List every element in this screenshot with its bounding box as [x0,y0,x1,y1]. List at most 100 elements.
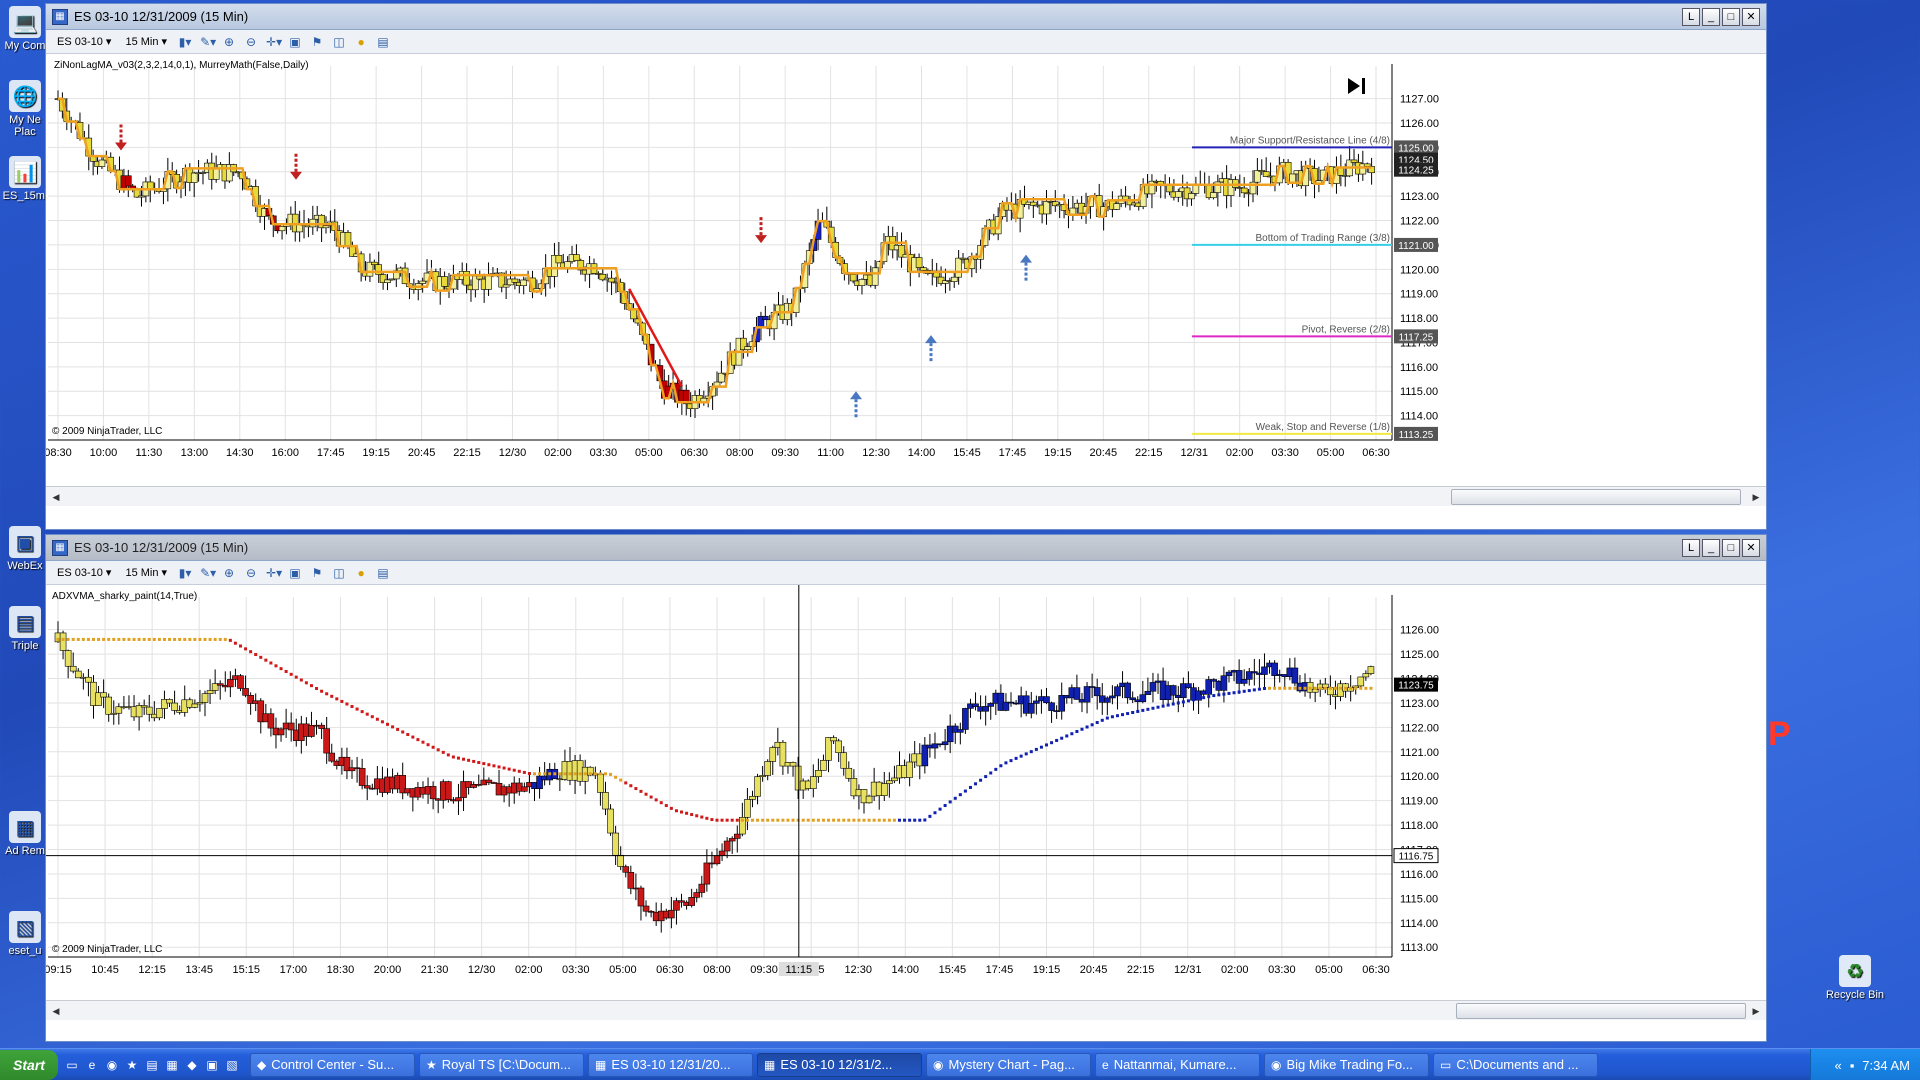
network-icon[interactable]: ▪ [1850,1058,1855,1073]
strategies-icon[interactable]: ◫ [332,35,346,49]
link-button[interactable]: L [1682,7,1700,26]
window-icon: ▭ [1440,1057,1452,1072]
drawing-tools-icon[interactable]: ✎▾ [200,566,216,580]
crosshair-price-tag: 1116.75 [1399,852,1434,863]
candle-body [1210,192,1217,199]
indicators-icon[interactable]: ⚑ [310,566,324,580]
app-icon[interactable]: ▧ [224,1057,240,1073]
desktop-shortcut[interactable]: ▣ WebEx [0,526,50,572]
adxvma-dot [837,818,841,822]
scroll-right-arrow[interactable]: ▶ [1748,1003,1764,1019]
maximize-button[interactable]: □ [1722,7,1740,26]
clock-icon[interactable]: ● [354,566,368,580]
titlebar-bottom[interactable]: ▦ ES 03-10 12/31/2009 (15 Min) L _ □ ✕ [46,535,1766,561]
clock-icon[interactable]: ● [354,35,368,49]
time-axis-label: 12/31 [1180,447,1208,459]
candle-body [1109,695,1116,699]
taskbar-button[interactable]: ▦ ES 03-10 12/31/2... [757,1052,922,1077]
desktop-shortcut[interactable]: 💻 My Com [0,6,50,52]
adxvma-dot [1242,689,1246,693]
candle-body [1043,201,1050,215]
chrome-icon[interactable]: ◉ [104,1057,120,1073]
folder-icon[interactable]: ▤ [144,1057,160,1073]
app-icon[interactable]: ◆ [184,1057,200,1073]
ie-icon[interactable]: e [84,1057,100,1073]
time-axis-label: 08:00 [726,447,754,459]
taskbar-button[interactable]: ▦ ES 03-10 12/31/20... [588,1052,753,1077]
crosshair-icon[interactable]: ✛▾ [266,35,282,49]
time-axis-label: 16:00 [271,447,299,459]
adxvma-dot [897,818,901,822]
close-button[interactable]: ✕ [1742,538,1760,557]
show-desktop-icon[interactable]: ▭ [64,1057,80,1073]
chart-canvas-bottom[interactable]: 09:15 10:45 12:15 13:45 15:15 17:00 18:30 20:00… [46,585,1766,1000]
zoom-in-icon[interactable]: ⊕ [222,566,236,580]
candle-body [972,703,979,707]
crosshair-icon[interactable]: ✛▾ [266,566,282,580]
horizontal-scrollbar-top[interactable]: ◀ ▶ [46,486,1766,506]
price-chart-bottom[interactable]: 09:15 10:45 12:15 13:45 15:15 17:00 18:30 20:00… [46,585,1766,1000]
interval-selector[interactable]: 15 Min ▾ [122,34,170,49]
adxvma-dot [335,697,339,701]
desktop-shortcut[interactable]: 🌐 My Ne Plac [0,80,50,138]
data-box-icon[interactable]: ▤ [376,35,390,49]
taskbar-button[interactable]: ◉ Big Mike Trading Fo... [1264,1052,1429,1077]
adxvma-dot [71,637,75,641]
scroll-thumb[interactable] [1456,1003,1746,1019]
properties-icon[interactable]: ▣ [288,566,302,580]
scroll-thumb[interactable] [1451,489,1741,505]
link-button[interactable]: L [1682,538,1700,557]
minimize-button[interactable]: _ [1702,538,1720,557]
star-icon[interactable]: ★ [124,1057,140,1073]
desktop-shortcut[interactable]: ▧ eset_u [0,911,50,957]
indicators-icon[interactable]: ⚑ [310,35,324,49]
drawing-tools-icon[interactable]: ✎▾ [200,35,216,49]
desktop-shortcut[interactable]: ▦ Ad Rem [0,811,50,857]
adxvma-dot [1050,741,1054,745]
taskbar-button[interactable]: e Nattanmai, Kumare... [1095,1052,1260,1077]
bar-style-icon[interactable]: ▮▾ [178,35,192,49]
titlebar-top[interactable]: ▦ ES 03-10 12/31/2009 (15 Min) L _ □ ✕ [46,4,1766,30]
price-chart-top[interactable]: 08:30 10:00 11:30 13:00 14:30 16:00 17:45 19:15… [46,54,1766,486]
app-icon[interactable]: ▣ [204,1057,220,1073]
adxvma-dot [832,818,836,822]
bar-style-icon[interactable]: ▮▾ [178,566,192,580]
chart-window-bottom[interactable]: ▦ ES 03-10 12/31/2009 (15 Min) L _ □ ✕ E… [45,534,1767,1042]
zoom-out-icon[interactable]: ⊖ [244,35,258,49]
scroll-left-arrow[interactable]: ◀ [48,489,64,505]
minimize-button[interactable]: _ [1702,7,1720,26]
properties-icon[interactable]: ▣ [288,35,302,49]
taskbar-button[interactable]: ★ Royal TS [C:\Docum... [419,1052,584,1077]
interval-selector[interactable]: 15 Min ▾ [122,565,170,580]
zoom-out-icon[interactable]: ⊖ [244,566,258,580]
adxvma-dot [345,702,349,706]
recycle-bin[interactable]: ♻ Recycle Bin [1820,955,1890,1001]
candle-body [429,786,437,800]
instrument-selector[interactable]: ES 03-10 ▾ [54,565,114,580]
instrument-selector[interactable]: ES 03-10 ▾ [54,34,114,49]
candle-body [1083,686,1091,703]
red-desktop-glyph: P [1768,715,1791,753]
taskbar-button[interactable]: ◆ Control Center - Su... [250,1052,415,1077]
desktop-shortcut[interactable]: 📊 ES_15mi [0,156,50,202]
taskbar-button[interactable]: ◉ Mystery Chart - Pag... [926,1052,1091,1077]
app-icon[interactable]: ▦ [164,1057,180,1073]
maximize-button[interactable]: □ [1722,538,1740,557]
adxvma-dot [1110,715,1114,719]
adxvma-dot [563,772,567,776]
candle-body [1043,696,1050,704]
data-box-icon[interactable]: ▤ [376,566,390,580]
taskbar-button[interactable]: ▭ C:\Documents and ... [1433,1052,1598,1077]
desktop-shortcut[interactable]: ▤ Triple [0,606,50,652]
horizontal-scrollbar-bottom[interactable]: ◀ ▶ [46,1000,1766,1020]
chart-canvas-top[interactable]: 08:30 10:00 11:30 13:00 14:30 16:00 17:45 19:15… [46,54,1766,486]
start-button[interactable]: Start [0,1049,58,1080]
zoom-in-icon[interactable]: ⊕ [222,35,236,49]
candle-body [191,703,199,708]
close-button[interactable]: ✕ [1742,7,1760,26]
scroll-left-arrow[interactable]: ◀ [48,1003,64,1019]
scroll-right-arrow[interactable]: ▶ [1748,489,1764,505]
chart-window-top[interactable]: ▦ ES 03-10 12/31/2009 (15 Min) L _ □ ✕ E… [45,3,1767,530]
strategies-icon[interactable]: ◫ [332,566,346,580]
tray-expand-icon[interactable]: « [1834,1058,1841,1073]
